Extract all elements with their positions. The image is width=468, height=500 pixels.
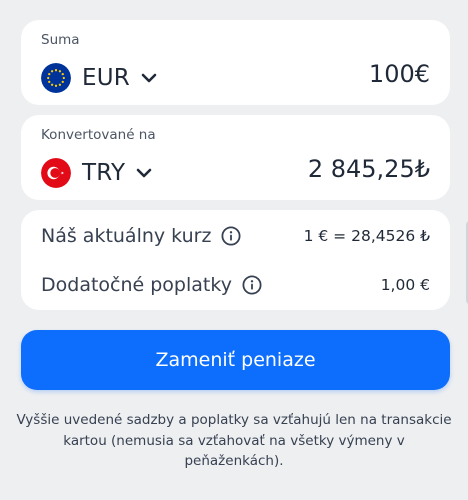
info-icon[interactable] (221, 226, 241, 246)
source-currency-code: EUR (82, 65, 130, 91)
fees-value: 1,00 € (380, 276, 430, 294)
eu-flag-icon (41, 63, 71, 93)
exchange-rate-row: Náš aktuálny kurz 1 € = 28,4526 ₺ (41, 221, 430, 251)
exchange-money-button[interactable]: Zameniť peniaze (21, 330, 450, 390)
source-currency-selector[interactable]: EUR (41, 62, 158, 94)
target-currency-code: TRY (82, 160, 126, 186)
chevron-down-icon (136, 168, 152, 178)
target-currency-selector[interactable]: TRY (41, 157, 153, 189)
source-amount-card: Suma EUR (21, 20, 450, 105)
chevron-down-icon (141, 73, 157, 83)
exchange-rate-value: 1 € = 28,4526 ₺ (303, 227, 430, 245)
exchange-rate-label: Náš aktuálny kurz (41, 225, 212, 247)
converted-amount-card: Konvertované na TRY (21, 115, 450, 200)
fees-row: Dodatočné poplatky 1,00 € (41, 270, 430, 300)
converted-amount-input[interactable] (230, 155, 430, 183)
rates-card: Náš aktuálny kurz 1 € = 28,4526 ₺ Dodato… (21, 210, 450, 310)
turkey-flag-icon (41, 158, 71, 188)
fees-label: Dodatočné poplatky (41, 274, 232, 296)
converted-amount-label: Konvertované na (41, 127, 156, 143)
source-amount-input[interactable] (230, 60, 430, 88)
info-icon[interactable] (242, 275, 262, 295)
disclaimer-text: Vyššie uvedené sadzby a poplatky sa vzťa… (16, 412, 452, 469)
source-amount-label: Suma (41, 32, 80, 48)
